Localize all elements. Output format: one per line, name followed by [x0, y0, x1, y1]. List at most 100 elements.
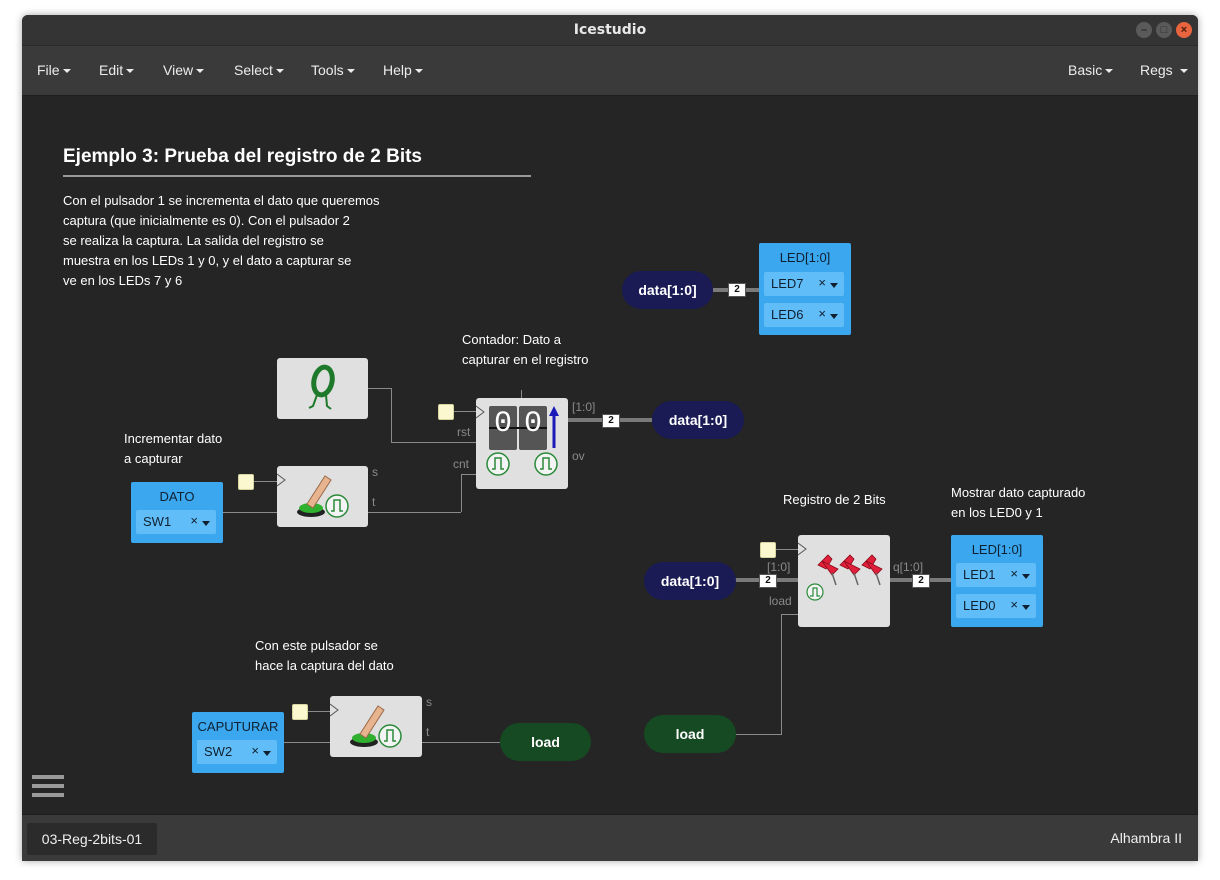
- app-window: Icestudio – □ × File Edit View Select To…: [22, 15, 1198, 861]
- menu-regs[interactable]: Regs: [1140, 62, 1188, 78]
- label-load-out[interactable]: load: [500, 723, 591, 761]
- description-line: muestra en los LEDs 1 y 0, y el dato a c…: [63, 253, 352, 268]
- chevron-down-icon[interactable]: [830, 283, 838, 288]
- board-name[interactable]: Alhambra II: [1110, 830, 1182, 846]
- wire: [781, 614, 798, 615]
- clear-icon[interactable]: ×: [818, 275, 826, 290]
- description-line: ve en los LEDs 7 y 6: [63, 273, 183, 288]
- chevron-down-icon[interactable]: [202, 521, 210, 526]
- bus-width-badge: 2: [912, 574, 930, 588]
- chevron-down-icon[interactable]: [1022, 574, 1030, 579]
- chevron-down-icon: [196, 69, 205, 74]
- comment-line: Con este pulsador se: [255, 638, 378, 653]
- pin-select-sw1[interactable]: SW1 ×: [136, 510, 216, 534]
- clear-icon[interactable]: ×: [818, 306, 826, 321]
- input-dato[interactable]: DATO SW1 ×: [131, 482, 223, 543]
- register-icon: [797, 542, 883, 601]
- description-line: se realiza la captura. La salida del reg…: [63, 233, 324, 248]
- chevron-down-icon: [346, 69, 355, 74]
- label-data-register[interactable]: data[1:0]: [644, 562, 736, 600]
- chevron-down-icon: [1105, 69, 1114, 74]
- minimize-button[interactable]: –: [1136, 22, 1152, 38]
- wire: [252, 481, 277, 482]
- output-led-bottom[interactable]: LED[1:0] LED1 × LED0 ×: [951, 535, 1043, 627]
- pin-load: load: [769, 594, 792, 608]
- menu-view-label: View: [163, 62, 194, 78]
- register-out-range: q[1:0]: [893, 560, 924, 574]
- constant-zero-block[interactable]: [277, 358, 368, 419]
- wire: [368, 512, 461, 513]
- pin-name: LED7: [771, 276, 804, 291]
- description-line: captura (que inicialmente es 0). Con el …: [63, 213, 350, 228]
- pin-select-led7[interactable]: LED7 ×: [764, 272, 844, 296]
- chevron-down-icon: [275, 69, 284, 74]
- output-led-title: LED[1:0]: [971, 542, 1023, 557]
- pin-select-led6[interactable]: LED6 ×: [764, 303, 844, 327]
- menu-edit[interactable]: Edit: [99, 62, 135, 78]
- chevron-down-icon: [126, 69, 135, 74]
- label-data-counter[interactable]: data[1:0]: [652, 401, 744, 439]
- chevron-down-icon[interactable]: [830, 314, 838, 319]
- clear-icon[interactable]: ×: [190, 513, 198, 528]
- register-block[interactable]: [797, 535, 890, 627]
- clock-input[interactable]: [238, 474, 254, 490]
- wire: [283, 742, 330, 743]
- clock-input[interactable]: [760, 542, 776, 558]
- chevron-down-icon[interactable]: [263, 751, 271, 756]
- pin-select-led1[interactable]: LED1 ×: [956, 563, 1036, 587]
- button-block[interactable]: [329, 696, 422, 757]
- comment-line: hace la captura del dato: [255, 658, 394, 673]
- input-capturar[interactable]: CAPUTURAR SW2 ×: [192, 712, 284, 773]
- pin-name: LED0: [963, 598, 996, 613]
- counter-block[interactable]: 0 0: [476, 398, 568, 489]
- menu-select[interactable]: Select: [234, 62, 284, 78]
- wire: [781, 614, 782, 735]
- wire: [774, 549, 798, 550]
- pin-s: s: [426, 695, 432, 709]
- clock-input[interactable]: [292, 704, 308, 720]
- clear-icon[interactable]: ×: [1010, 566, 1018, 581]
- pin-name: SW1: [143, 514, 172, 529]
- pin-select-sw2[interactable]: SW2 ×: [197, 740, 277, 764]
- menu-file-label: File: [37, 62, 60, 78]
- maximize-button[interactable]: □: [1156, 22, 1172, 38]
- menu-help[interactable]: Help: [383, 62, 423, 78]
- menu-regs-label: Regs: [1140, 62, 1173, 78]
- constant-zero-icon: [308, 364, 335, 410]
- clear-icon[interactable]: ×: [1010, 597, 1018, 612]
- pin-name: LED6: [771, 307, 804, 322]
- wire: [735, 734, 782, 735]
- button-block[interactable]: [276, 466, 368, 527]
- pushbutton-icon: [329, 703, 402, 748]
- clock-input[interactable]: [438, 404, 454, 420]
- comment-increment: Incrementar dato a capturar: [124, 429, 222, 469]
- description-line: Con el pulsador 1 se incrementa el dato …: [63, 193, 380, 208]
- design-canvas[interactable]: 2 2 2 2 Ejemplo 3: Prueba del registro d…: [22, 96, 1198, 814]
- wire: [306, 711, 330, 712]
- label-load-in[interactable]: load: [644, 715, 736, 753]
- page-title: Ejemplo 3: Prueba del registro de 2 Bits: [63, 146, 422, 167]
- comment-show: Mostrar dato capturado en los LED0 y 1: [951, 483, 1085, 523]
- bus-width-badge: 2: [759, 574, 777, 588]
- input-title: CAPUTURAR: [197, 719, 279, 734]
- output-led-top[interactable]: LED[1:0] LED7 × LED6 ×: [759, 243, 851, 335]
- menu-file[interactable]: File: [37, 62, 71, 78]
- pin-select-led0[interactable]: LED0 ×: [956, 594, 1036, 618]
- title-bar: Icestudio – □ ×: [22, 15, 1198, 46]
- menu-bar: File Edit View Select Tools Help Basic R…: [22, 46, 1198, 96]
- file-tab[interactable]: 03-Reg-2bits-01: [27, 823, 157, 855]
- description-text: Con el pulsador 1 se incrementa el dato …: [63, 191, 380, 291]
- menu-view[interactable]: View: [163, 62, 205, 78]
- hamburger-menu-icon[interactable]: [32, 775, 64, 803]
- close-button[interactable]: ×: [1176, 22, 1192, 38]
- menu-basic[interactable]: Basic: [1068, 62, 1114, 78]
- menu-select-label: Select: [234, 62, 273, 78]
- menu-tools[interactable]: Tools: [311, 62, 355, 78]
- label-data-top[interactable]: data[1:0]: [622, 271, 713, 309]
- comment-register: Registro de 2 Bits: [783, 492, 886, 507]
- register-in-range: [1:0]: [767, 560, 791, 574]
- clear-icon[interactable]: ×: [251, 743, 259, 758]
- chevron-down-icon[interactable]: [1022, 605, 1030, 610]
- chevron-down-icon: [62, 69, 71, 74]
- bus-width-badge: 2: [728, 283, 746, 297]
